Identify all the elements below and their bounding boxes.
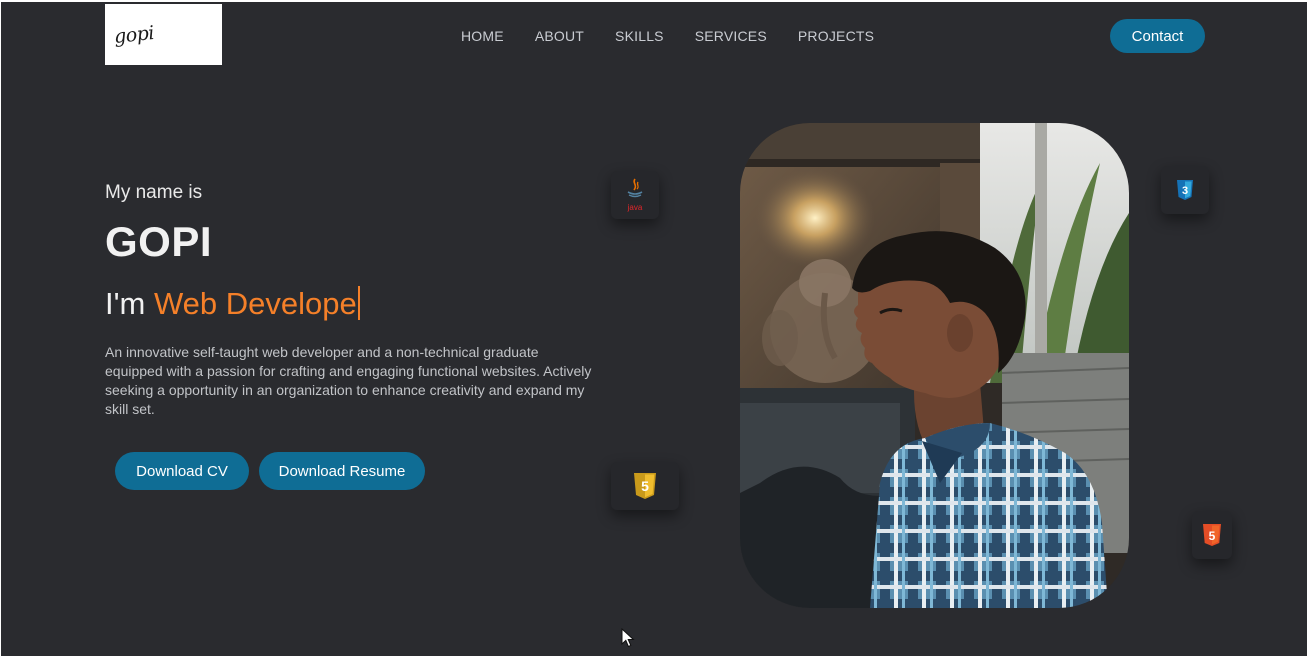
nav-projects[interactable]: PROJECTS <box>798 28 874 44</box>
css3-label: 3 <box>1182 185 1188 197</box>
java-icon: java <box>627 178 643 212</box>
java-skill-card: java <box>611 171 659 219</box>
role-prefix: I'm <box>105 286 154 321</box>
nav-about[interactable]: ABOUT <box>535 28 584 44</box>
hero-intro: My name is <box>105 182 203 203</box>
profile-photo <box>740 123 1129 608</box>
page: gopi HOME ABOUT SKILLS SERVICES PROJECTS… <box>1 2 1307 656</box>
hero-role-line: I'm Web Develope <box>105 286 360 322</box>
download-cv-button[interactable]: Download CV <box>115 452 249 490</box>
html5-label: 5 <box>1209 529 1216 543</box>
hero-name: GOPI <box>105 218 213 265</box>
logo[interactable]: gopi <box>105 4 222 65</box>
javascript-skill-card: 5 <box>611 462 679 510</box>
hero-description: An innovative self-taught web developer … <box>105 344 592 417</box>
mouse-cursor-icon <box>621 628 635 648</box>
css3-icon: 3 <box>1177 180 1193 200</box>
html5-skill-card: 5 <box>1192 511 1232 559</box>
logo-text: gopi <box>112 21 155 48</box>
nav-services[interactable]: SERVICES <box>695 28 767 44</box>
java-label: java <box>627 203 643 212</box>
javascript-label: 5 <box>641 478 649 494</box>
download-resume-button[interactable]: Download Resume <box>259 452 425 490</box>
javascript-icon: 5 <box>634 473 656 499</box>
contact-button[interactable]: Contact <box>1110 19 1205 53</box>
main-nav: HOME ABOUT SKILLS SERVICES PROJECTS <box>461 28 874 44</box>
typed-role: Web Develope <box>153 286 357 321</box>
html5-icon: 5 <box>1203 524 1221 546</box>
css3-skill-card: 3 <box>1161 166 1209 214</box>
nav-skills[interactable]: SKILLS <box>615 28 664 44</box>
typing-caret <box>357 286 360 320</box>
nav-home[interactable]: HOME <box>461 28 504 44</box>
